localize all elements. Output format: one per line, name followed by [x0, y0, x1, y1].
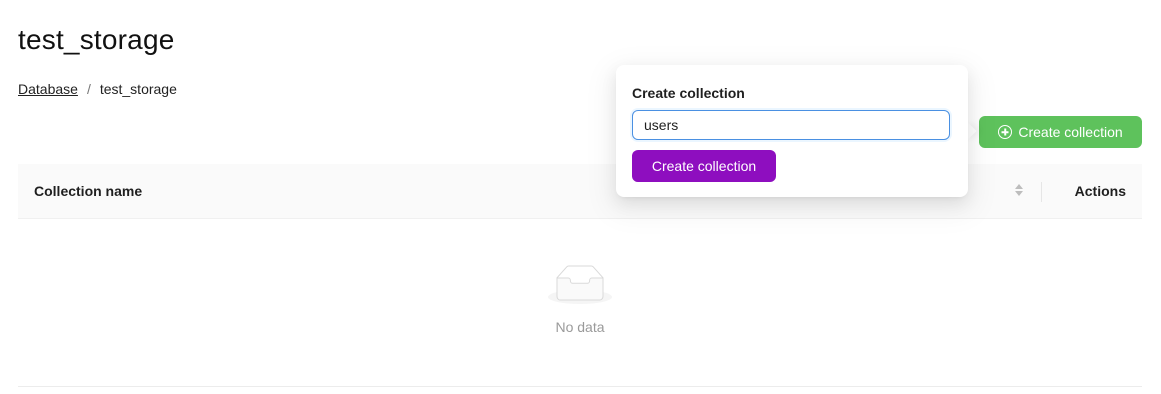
column-header-actions: Actions — [1074, 183, 1126, 199]
breadcrumb: Database / test_storage — [18, 81, 177, 97]
submit-create-collection-button[interactable]: Create collection — [632, 150, 776, 182]
sort-icon[interactable] — [1015, 183, 1023, 199]
breadcrumb-current: test_storage — [99, 81, 177, 97]
empty-state: No data — [18, 264, 1142, 335]
collection-name-input[interactable] — [632, 110, 950, 140]
empty-text: No data — [555, 319, 605, 335]
create-collection-popover: Create collection Create collection — [616, 65, 968, 197]
column-divider — [1041, 182, 1042, 202]
create-collection-label: Create collection — [1018, 124, 1123, 140]
collections-table: Collection name Actions No data — [18, 164, 1142, 387]
create-collection-button[interactable]: Create collection — [979, 116, 1142, 148]
empty-inbox-icon — [548, 265, 612, 304]
breadcrumb-link-database[interactable]: Database — [18, 81, 78, 97]
breadcrumb-separator: / — [86, 81, 91, 97]
plus-circle-icon — [998, 125, 1013, 139]
column-header-collection-name: Collection name — [34, 183, 143, 199]
popover-title: Create collection — [632, 85, 745, 101]
page-title: test_storage — [18, 24, 175, 55]
table-header: Collection name Actions — [18, 164, 1142, 219]
